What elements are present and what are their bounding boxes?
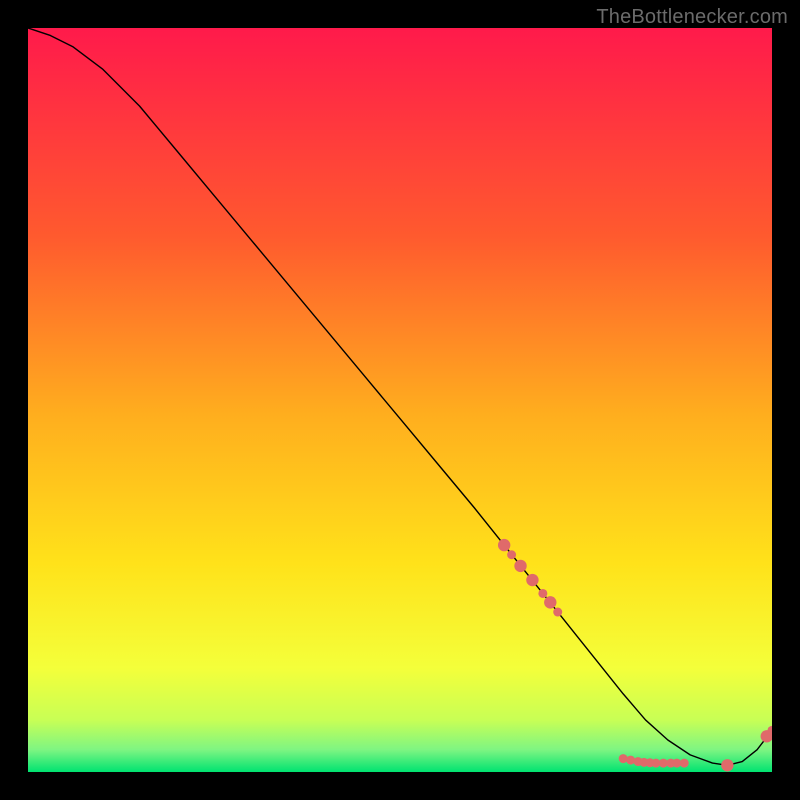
sample-point: [514, 560, 526, 572]
sample-point: [507, 550, 516, 559]
gradient-bg: [28, 28, 772, 772]
attribution-text: TheBottlenecker.com: [596, 6, 788, 29]
sample-point: [544, 596, 556, 608]
sample-point: [498, 539, 510, 551]
sample-point: [526, 574, 538, 586]
sample-point: [721, 759, 733, 771]
sample-point: [680, 759, 689, 768]
sample-point: [626, 756, 635, 765]
chart-svg: [28, 28, 772, 772]
sample-point: [619, 754, 628, 763]
chart-stage: TheBottlenecker.com: [0, 0, 800, 800]
sample-point: [538, 589, 547, 598]
sample-point: [553, 608, 562, 617]
chart-plot-area: [28, 28, 772, 772]
